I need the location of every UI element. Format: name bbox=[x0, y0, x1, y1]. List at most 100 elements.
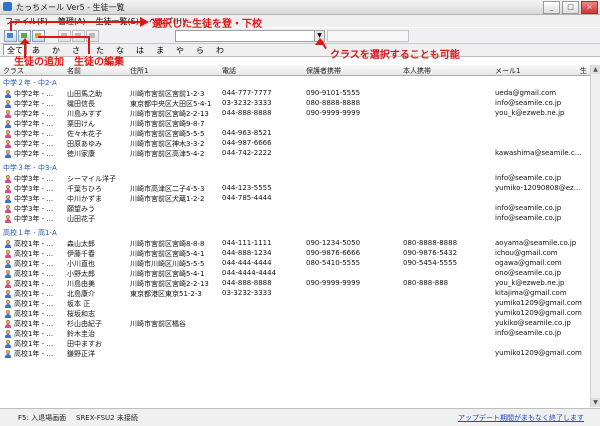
table-row[interactable]: 高校1年 - ... 川島由美 川崎市宮前区宮崎2-2-13 044-888-8888… bbox=[0, 279, 590, 289]
annotation-select-school: 選択した生徒を登・下校 bbox=[152, 19, 262, 30]
table-row[interactable]: 中学2年 - ... 栗田けん 川崎市宮前区宮崎9-8-7 bbox=[0, 119, 590, 129]
cell-tel: 044-111-1111 bbox=[222, 239, 272, 247]
annotation-arrow-class bbox=[315, 38, 325, 45]
vertical-scrollbar[interactable]: ▲ ▼ bbox=[590, 65, 600, 407]
table-row[interactable]: 中学2年 - ... 田原あゆみ 川崎市宮前区神木3-3-2 044-987-6666 bbox=[0, 139, 590, 149]
col-student-mobile[interactable]: 本人携帯 bbox=[403, 66, 431, 76]
cell-mail: info@seamile.co.jp bbox=[495, 214, 562, 222]
cell-mail: aoyama@seamile.co.jp bbox=[495, 239, 577, 247]
cell-tel: 044-987-6666 bbox=[222, 139, 272, 147]
table-row[interactable]: 高校1年 - ... 杉山由紀子 川崎市宮前区橘谷 yukiko@seamile.co… bbox=[0, 319, 590, 329]
table-row[interactable]: 中学3年 - ... シーマイル洋子 info@seamile.co.jp bbox=[0, 174, 590, 184]
cell-name: 栗田けん bbox=[67, 120, 95, 128]
table-row[interactable]: 高校1年 - ... 鈴木圭治 info@seamile.co.jp bbox=[0, 329, 590, 339]
update-link[interactable]: アップデート期間がまもなく終了します bbox=[458, 413, 584, 423]
cell-name: 森山太郎 bbox=[67, 240, 95, 248]
table-row[interactable]: 高校1年 - ... 伊藤千春 川崎市宮前区宮崎5-4-1 044-888-1234 0… bbox=[0, 249, 590, 259]
cell-name: 中川かずま bbox=[67, 195, 102, 203]
cell-mail: you_k@ezweb.ne.jp bbox=[495, 279, 565, 287]
cell-addr: 川崎市宮前区宮崎2-2-13 bbox=[130, 280, 209, 288]
student-icon bbox=[4, 205, 12, 213]
search-box[interactable] bbox=[327, 30, 409, 42]
cell-cls: 高校1年 - ... bbox=[14, 280, 54, 288]
student-icon bbox=[4, 250, 12, 258]
annotation-select-class: クラスを選択することも可能 bbox=[330, 50, 460, 61]
cell-name: 北島康介 bbox=[67, 290, 95, 298]
cell-addr: 川崎市宮前区神木3-3-2 bbox=[130, 140, 205, 148]
col-mail1[interactable]: メール1 bbox=[495, 66, 520, 76]
table-row[interactable]: 高校1年 - ... 鎌野正洋 yumiko1209@gmail.com bbox=[0, 349, 590, 359]
cell-tel: 044-444-4444 bbox=[222, 259, 272, 267]
cell-cls: 中学2年 - ... bbox=[14, 100, 54, 108]
table-row[interactable]: 高校1年 - ... 坂本 正 yumiko1209@gmail.com bbox=[0, 299, 590, 309]
cell-cls: 高校1年 - ... bbox=[14, 260, 54, 268]
table-row[interactable]: 中学3年 - ... 千葉ちひろ 川崎市高津区二子4-5-3 044-123-5555… bbox=[0, 184, 590, 194]
group-header[interactable]: 高校１年 - 高1-A bbox=[3, 228, 57, 238]
cell-p: 080-5410-5555 bbox=[306, 259, 361, 267]
app-icon bbox=[3, 2, 12, 11]
cell-name: 伊藤千春 bbox=[67, 250, 95, 258]
scroll-up-icon[interactable]: ▲ bbox=[591, 65, 600, 74]
minimize-button[interactable]: _ bbox=[543, 1, 560, 14]
table-row[interactable]: 高校1年 - ... 桜坂和志 yumiko1209@gmail.com bbox=[0, 309, 590, 319]
table-row[interactable]: 中学2年 - ... 川島みすず 川崎市宮前区宮崎2-2-13 044-888-888… bbox=[0, 109, 590, 119]
window-title: たっちメール Ver5 - 生徒一覧 bbox=[16, 3, 125, 12]
cell-mail: info@seamile.co.jp bbox=[495, 99, 562, 107]
school-in-out-button[interactable] bbox=[4, 30, 17, 42]
cell-name: 川島由美 bbox=[67, 280, 95, 288]
table-row[interactable]: 中学3年 - ... 願望みう info@seamile.co.jp bbox=[0, 204, 590, 214]
maximize-button[interactable]: □ bbox=[562, 1, 579, 14]
status-bar: F5: 入退場画面 SREX-FSU2 未接続 アップデート期間がまもなく終了し… bbox=[0, 408, 600, 426]
cell-mail: ono@seamile.co.jp bbox=[495, 269, 562, 277]
table-row[interactable]: 中学2年 - ... 佐々木花子 川崎市宮前区宮崎5-5-5 044-963-8521 bbox=[0, 129, 590, 139]
student-icon bbox=[4, 215, 12, 223]
table-row[interactable]: 中学3年 - ... 山田花子 info@seamile.co.jp bbox=[0, 214, 590, 224]
cell-cls: 中学2年 - ... bbox=[14, 140, 54, 148]
cell-mail: ichou@gmail.com bbox=[495, 249, 558, 257]
group-header[interactable]: 中学２年 - 中2-A bbox=[3, 78, 57, 88]
tab-ma[interactable]: ま bbox=[156, 45, 164, 56]
class-select[interactable]: ▼ bbox=[175, 30, 325, 42]
cell-name: 小野太郎 bbox=[67, 270, 95, 278]
cell-cls: 中学3年 - ... bbox=[14, 185, 54, 193]
col-address[interactable]: 住所1 bbox=[130, 66, 148, 76]
table-row[interactable]: 高校1年 - ... 北島康介 東京都港区東京51-2-3 03-3232-3333 k… bbox=[0, 289, 590, 299]
cell-cls: 高校1年 - ... bbox=[14, 350, 54, 358]
tab-ya[interactable]: や bbox=[176, 45, 184, 56]
status-device: SREX-FSU2 未接続 bbox=[76, 414, 138, 422]
cell-tel: 044-963-8521 bbox=[222, 129, 272, 137]
student-icon bbox=[4, 280, 12, 288]
table-row[interactable]: 高校1年 - ... 田中ますお bbox=[0, 339, 590, 349]
col-phone[interactable]: 電話 bbox=[222, 66, 236, 76]
cell-tel: 044-888-8888 bbox=[222, 109, 272, 117]
close-button[interactable]: × bbox=[581, 1, 598, 14]
cell-cls: 中学3年 - ... bbox=[14, 215, 54, 223]
student-icon bbox=[4, 140, 12, 148]
cell-tel: 044-785-4444 bbox=[222, 194, 272, 202]
table-row[interactable]: 中学2年 - ... 山田馬之助 川崎市宮前区宮前1-2-3 044-777-7777… bbox=[0, 89, 590, 99]
table-row[interactable]: 高校1年 - ... 小川直也 川崎市川崎区川崎5-5-5 044-444-4444 0… bbox=[0, 259, 590, 269]
student-icon bbox=[4, 260, 12, 268]
cell-addr: 川崎市高津区二子4-5-3 bbox=[130, 185, 205, 193]
cell-addr: 東京都中央区大田区5-4-1 bbox=[130, 100, 212, 108]
tab-wa[interactable]: わ bbox=[216, 45, 224, 56]
group-header[interactable]: 中学３年 - 中3-A bbox=[3, 163, 57, 173]
cell-addr: 川崎市宮前区宮崎9-8-7 bbox=[130, 120, 205, 128]
col-more[interactable]: 生 bbox=[580, 66, 587, 76]
tab-ra[interactable]: ら bbox=[196, 45, 204, 56]
table-row[interactable]: 中学2年 - ... 磯田信長 東京都中央区大田区5-4-1 03-3232-3333… bbox=[0, 99, 590, 109]
table-row[interactable]: 中学3年 - ... 中川かずま 川崎市宮前区犬蔵1-2-2 044-785-4444 bbox=[0, 194, 590, 204]
cell-p: 090-1234-5050 bbox=[306, 239, 361, 247]
tab-ha[interactable]: は bbox=[136, 45, 144, 56]
table-row[interactable]: 高校1年 - ... 小野太郎 川崎市宮前区宮崎5-4-1 044-4444-4444… bbox=[0, 269, 590, 279]
cell-name: 鎌野正洋 bbox=[67, 350, 95, 358]
table-row[interactable]: 高校1年 - ... 森山太郎 川崎市宮前区宮崎8-8-8 044-111-1111 0… bbox=[0, 239, 590, 249]
cell-cls: 中学2年 - ... bbox=[14, 150, 54, 158]
cell-p: 080-8888-8888 bbox=[306, 99, 361, 107]
col-parent-mobile[interactable]: 保護者携帯 bbox=[306, 66, 341, 76]
student-icon bbox=[4, 90, 12, 98]
table-row[interactable]: 中学2年 - ... 徳川家康 川崎市宮前区高津5-4-2 044-742-2222 k… bbox=[0, 149, 590, 159]
scroll-down-icon[interactable]: ▼ bbox=[591, 398, 600, 407]
cell-name: 千葉ちひろ bbox=[67, 185, 102, 193]
cell-cls: 中学3年 - ... bbox=[14, 205, 54, 213]
